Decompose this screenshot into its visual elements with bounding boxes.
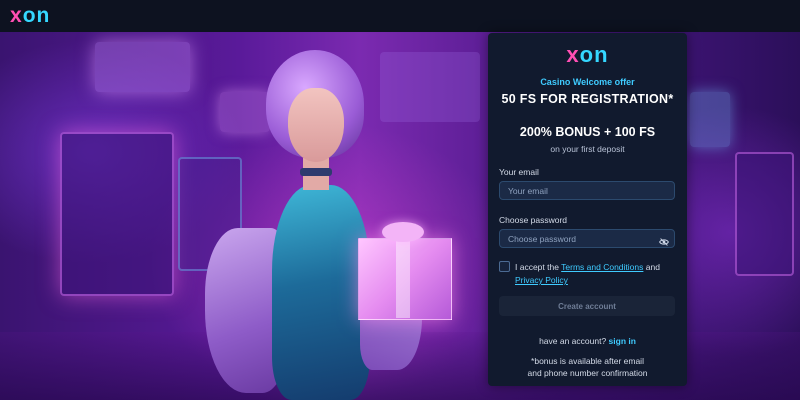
bonus-note-line2: and phone number confirmation — [527, 368, 648, 378]
registration-panel: xon Casino Welcome offer 50 FS FOR REGIS… — [488, 33, 687, 386]
privacy-link[interactable]: Privacy Policy — [515, 275, 568, 285]
offer-free-spins: 50 FS FOR REGISTRATION* — [501, 92, 674, 106]
neon-sign — [95, 42, 190, 92]
character-face — [288, 88, 344, 162]
bonus-note-line1: *bonus is available after email — [531, 356, 644, 366]
terms-link[interactable]: Terms and Conditions — [561, 262, 643, 272]
email-label: Your email — [499, 167, 539, 177]
email-input[interactable] — [499, 181, 675, 200]
have-account-text: have an account? sign in — [488, 336, 687, 346]
character-body — [272, 185, 370, 400]
gift-bow — [382, 222, 424, 242]
logo-on: on — [22, 4, 51, 27]
terms-prefix: I accept the — [515, 262, 559, 272]
password-input[interactable] — [499, 229, 675, 248]
terms-text: I accept the Terms and Conditions and Pr… — [515, 261, 680, 287]
panel-logo: xon — [488, 44, 687, 66]
character-choker — [300, 168, 332, 176]
have-account-label: have an account? — [539, 336, 607, 346]
gift-ribbon — [396, 238, 410, 318]
create-account-button[interactable]: Create account — [499, 296, 675, 316]
offer-subtitle: on your first deposit — [550, 144, 625, 154]
panel-logo-x: x — [566, 42, 580, 67]
password-label: Choose password — [499, 215, 568, 225]
sign-in-link[interactable]: sign in — [609, 336, 636, 346]
slot-machine — [60, 132, 174, 296]
eye-slash-icon[interactable] — [659, 237, 669, 247]
site-logo[interactable]: xon — [10, 5, 50, 27]
bonus-note: *bonus is available after email and phon… — [488, 355, 687, 379]
top-bar: xon — [0, 0, 800, 33]
terms-and: and — [645, 262, 660, 272]
slot-machine — [735, 152, 794, 276]
panel-logo-on: on — [579, 42, 609, 67]
logo-x: x — [10, 4, 23, 27]
offer-bonus: 200% BONUS + 100 FS — [519, 125, 656, 139]
terms-checkbox[interactable] — [499, 261, 510, 272]
hero-character-illustration — [200, 50, 470, 400]
offer-title: Casino Welcome offer — [540, 77, 635, 87]
neon-sign — [690, 92, 730, 147]
